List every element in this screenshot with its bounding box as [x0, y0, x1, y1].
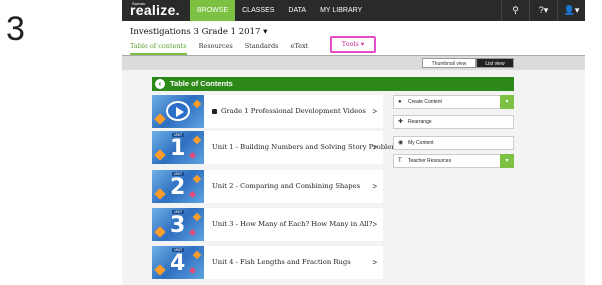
- toc-title: Table of Contents: [170, 79, 233, 88]
- top-nav: Savvas realize. BROWSE CLASSES DATA MY L…: [122, 0, 585, 21]
- user-menu[interactable]: 👤▾: [557, 0, 585, 21]
- chevron-right-icon[interactable]: >: [372, 208, 377, 241]
- thumbnail-view-button[interactable]: Thumbnail view: [422, 58, 476, 68]
- create-content-button[interactable]: ● Create Content ▾: [393, 95, 514, 109]
- text-t-icon: T: [398, 158, 402, 164]
- program-tabs: Table of contents Resources Standards eT…: [130, 42, 320, 55]
- play-icon: [166, 101, 190, 121]
- chevron-right-icon[interactable]: >: [372, 95, 377, 128]
- chevron-down-icon[interactable]: ▾: [500, 95, 514, 109]
- teacher-resources-button[interactable]: T Teacher Resources ▾: [393, 154, 514, 168]
- circle-plus-icon: ●: [398, 99, 402, 105]
- rearrange-button[interactable]: ✚ Rearrange: [393, 115, 514, 129]
- list-item[interactable]: UNIT 2 Unit 2 - Comparing and Combining …: [152, 170, 383, 203]
- tab-etext[interactable]: eText: [290, 42, 308, 55]
- list-item[interactable]: UNIT 1 Unit 1 - Building Numbers and Sol…: [152, 131, 401, 164]
- lock-icon: [212, 108, 217, 114]
- view-toggle-bar: Thumbnail view List view: [122, 55, 585, 70]
- chevron-down-icon[interactable]: ▾: [500, 154, 514, 168]
- list-item[interactable]: UNIT 3 Unit 3 - How Many of Each? How Ma…: [152, 208, 383, 241]
- app-window: Savvas realize. BROWSE CLASSES DATA MY L…: [122, 0, 585, 285]
- nav-browse[interactable]: BROWSE: [190, 0, 236, 21]
- row-title: Unit 4 - Fish Lengths and Fraction Rugs: [212, 258, 351, 266]
- tools-highlight[interactable]: Tools ▾: [330, 36, 376, 53]
- step-number: 3: [6, 10, 25, 48]
- my-content-button[interactable]: ◉ My Content: [393, 136, 514, 150]
- list-item[interactable]: UNIT 4 Unit 4 - Fish Lengths and Fractio…: [152, 246, 383, 279]
- nav-my-library[interactable]: MY LIBRARY: [313, 0, 369, 21]
- row-title: Grade 1 Professional Development Videos: [212, 95, 366, 128]
- chevron-right-icon[interactable]: >: [372, 131, 377, 164]
- nav-classes[interactable]: CLASSES: [235, 0, 281, 21]
- nav-data[interactable]: DATA: [281, 0, 313, 21]
- unit-thumbnail: UNIT 3: [152, 208, 204, 241]
- row-title: Unit 2 - Comparing and Combining Shapes: [212, 182, 361, 190]
- video-thumbnail: [152, 95, 204, 128]
- logo-small-text: Savvas: [132, 1, 146, 6]
- unit-thumbnail: UNIT 4: [152, 246, 204, 279]
- chevron-right-icon[interactable]: >: [372, 170, 377, 203]
- move-icon: ✚: [398, 119, 404, 125]
- tab-table-of-contents[interactable]: Table of contents: [130, 42, 187, 55]
- toc-header: ‹ Table of Contents: [152, 77, 514, 91]
- chevron-right-icon[interactable]: >: [372, 246, 377, 279]
- tab-tools[interactable]: Tools ▾: [332, 38, 374, 51]
- realize-logo[interactable]: Savvas realize.: [122, 0, 190, 21]
- back-arrow-icon[interactable]: ‹: [155, 79, 165, 89]
- tab-standards[interactable]: Standards: [245, 42, 279, 55]
- list-item[interactable]: Grade 1 Professional Development Videos …: [152, 95, 383, 128]
- unit-thumbnail: UNIT 2: [152, 170, 204, 203]
- row-title: Unit 3 - How Many of Each? How Many in A…: [212, 220, 373, 228]
- help-menu[interactable]: ?▾: [529, 0, 557, 21]
- search-icon[interactable]: ⚲: [501, 0, 529, 21]
- unit-thumbnail: UNIT 1: [152, 131, 204, 164]
- target-icon: ◉: [398, 140, 404, 146]
- program-header: Investigations 3 Grade 1 2017 ▾ Table of…: [122, 21, 585, 55]
- tab-resources[interactable]: Resources: [199, 42, 233, 55]
- program-title[interactable]: Investigations 3 Grade 1 2017 ▾: [130, 27, 267, 37]
- list-view-button[interactable]: List view: [476, 58, 514, 68]
